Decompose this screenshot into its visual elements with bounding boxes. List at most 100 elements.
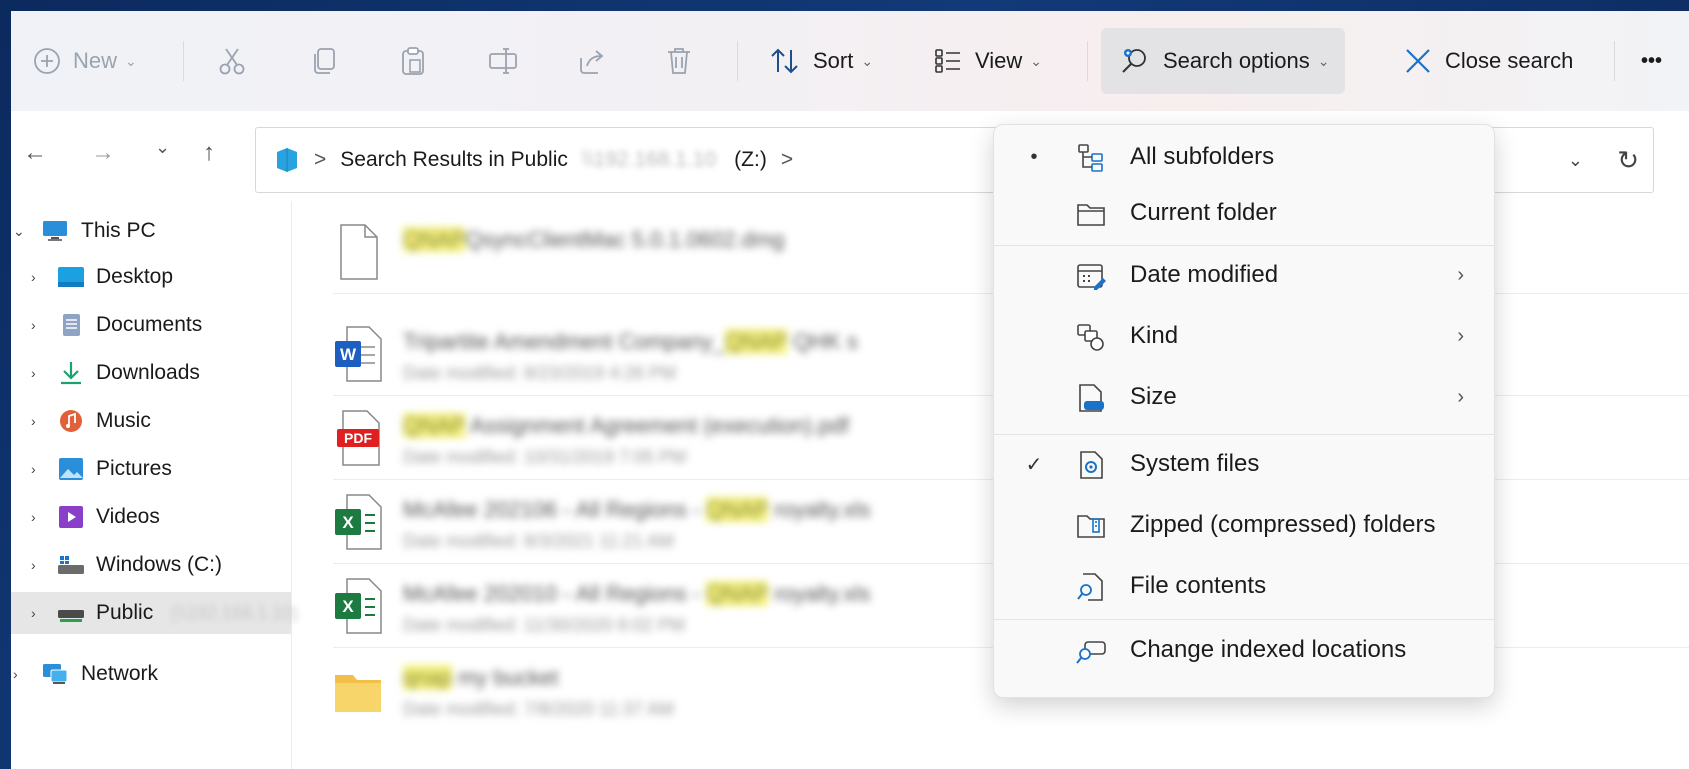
pictures-icon bbox=[59, 458, 83, 480]
index-locations-icon bbox=[1076, 641, 1106, 664]
recent-locations-button[interactable]: ⌄ bbox=[155, 137, 170, 158]
sort-button[interactable]: Sort ⌄ bbox=[769, 11, 873, 111]
forward-button[interactable]: → bbox=[91, 139, 115, 167]
menu-item-size[interactable]: Size › bbox=[994, 368, 1494, 426]
more-icon: ••• bbox=[1641, 49, 1663, 72]
menu-item-file-contents[interactable]: File contents bbox=[994, 557, 1494, 615]
sidebar-item-windows-c[interactable]: › Windows (C:) bbox=[11, 544, 291, 586]
rename-button[interactable] bbox=[487, 11, 519, 111]
share-icon bbox=[580, 50, 604, 74]
svg-text:W: W bbox=[340, 345, 357, 364]
pdf-document-icon: PDF bbox=[337, 410, 380, 466]
view-label: View bbox=[975, 48, 1023, 73]
breadcrumb-location[interactable]: Search Results in Public bbox=[340, 148, 568, 172]
breadcrumb-separator: > bbox=[314, 148, 327, 171]
back-button[interactable]: ← bbox=[23, 139, 47, 167]
menu-item-label: Date modified bbox=[1130, 261, 1279, 288]
svg-text:X: X bbox=[342, 513, 354, 532]
word-document-icon: W bbox=[335, 326, 382, 382]
file-name: Tripartite Amendment Company_QNAP QHK s bbox=[403, 329, 858, 354]
blurred-path: \\192.168.1.10 bbox=[581, 148, 717, 171]
toolbar-divider bbox=[1087, 41, 1088, 81]
chevron-right-icon[interactable]: › bbox=[31, 365, 36, 381]
chevron-right-icon[interactable]: › bbox=[31, 413, 36, 429]
new-button[interactable]: New ⌄ bbox=[33, 11, 137, 111]
chevron-right-icon[interactable]: › bbox=[31, 317, 36, 333]
search-settings-icon bbox=[1122, 49, 1146, 73]
cut-icon bbox=[219, 48, 245, 75]
paste-button[interactable] bbox=[398, 11, 428, 111]
menu-item-zipped-folders[interactable]: Zipped (compressed) folders bbox=[994, 496, 1494, 554]
sidebar-item-label: Videos bbox=[96, 505, 160, 528]
sidebar-item-music[interactable]: › Music bbox=[11, 400, 291, 442]
kind-icon bbox=[1077, 324, 1104, 351]
toolbar-divider bbox=[183, 41, 184, 81]
zip-folder-icon bbox=[1077, 515, 1105, 538]
sidebar-item-downloads[interactable]: › Downloads bbox=[11, 352, 291, 394]
menu-item-current-folder[interactable]: Current folder bbox=[994, 184, 1494, 242]
share-button[interactable] bbox=[577, 11, 607, 111]
download-icon bbox=[61, 362, 81, 385]
excel-document-icon: X bbox=[335, 494, 382, 550]
file-name: QNAPQsyncClientMac 5.0.1.0602.dmg bbox=[403, 227, 785, 252]
chevron-right-icon[interactable]: › bbox=[31, 605, 36, 621]
sidebar-item-this-pc[interactable]: ⌄ This PC bbox=[11, 210, 291, 252]
sidebar-item-label: Documents bbox=[96, 313, 203, 336]
menu-item-kind[interactable]: Kind › bbox=[994, 307, 1494, 365]
menu-item-system-files[interactable]: ✓ System files bbox=[994, 435, 1494, 493]
file-name: QNAP Assignment Agreement (execution).pd… bbox=[403, 413, 849, 438]
chevron-right-icon: › bbox=[1457, 385, 1464, 408]
search-options-button[interactable]: Search options ⌄ bbox=[1119, 11, 1330, 111]
blurred-path: (\\192.168.1.10) bbox=[171, 602, 299, 623]
sidebar-item-pictures[interactable]: › Pictures bbox=[11, 448, 291, 490]
more-options-button[interactable]: ••• bbox=[1641, 11, 1662, 111]
copy-button[interactable] bbox=[309, 11, 339, 111]
chevron-right-icon[interactable]: › bbox=[31, 461, 36, 477]
sidebar-item-label: Public bbox=[96, 601, 154, 624]
close-search-button[interactable]: Close search bbox=[1403, 11, 1573, 111]
chevron-right-icon[interactable]: › bbox=[31, 269, 36, 285]
chevron-right-icon[interactable]: › bbox=[31, 509, 36, 525]
network-icon bbox=[43, 664, 68, 684]
sidebar-item-label: This PC bbox=[81, 219, 156, 242]
file-name: McAfee 202010 - All Regions - QNAP royal… bbox=[403, 581, 871, 606]
sidebar-item-documents[interactable]: › Documents bbox=[11, 304, 291, 346]
sidebar-item-videos[interactable]: › Videos bbox=[11, 496, 291, 538]
chevron-down-icon: ⌄ bbox=[1030, 52, 1043, 69]
sidebar-item-label: Music bbox=[96, 409, 151, 432]
menu-item-all-subfolders[interactable]: • All subfolders bbox=[994, 128, 1494, 186]
chevron-right-icon[interactable]: › bbox=[13, 666, 18, 682]
sidebar-item-desktop[interactable]: › Desktop bbox=[11, 256, 291, 298]
address-dropdown-icon[interactable]: ⌄ bbox=[1568, 150, 1583, 171]
sidebar-item-network[interactable]: › Network bbox=[11, 653, 291, 695]
file-name: qnap my bucket bbox=[403, 665, 559, 690]
delete-button[interactable] bbox=[665, 11, 693, 111]
selected-bullet-icon: • bbox=[1030, 145, 1038, 168]
menu-item-label: Size bbox=[1130, 383, 1177, 410]
up-button[interactable]: ↑ bbox=[203, 139, 215, 167]
menu-item-change-indexed-locations[interactable]: Change indexed locations bbox=[994, 621, 1494, 679]
chevron-right-icon[interactable]: › bbox=[31, 557, 36, 573]
close-search-label: Close search bbox=[1445, 48, 1574, 73]
sort-label: Sort bbox=[813, 48, 854, 73]
chevron-down-icon[interactable]: ⌄ bbox=[13, 223, 25, 240]
file-meta: Date modified: 7/8/2020 11:37 AM bbox=[403, 699, 674, 719]
menu-item-date-modified[interactable]: Date modified › bbox=[994, 246, 1494, 304]
view-button[interactable]: View ⌄ bbox=[933, 11, 1042, 111]
computer-icon bbox=[43, 221, 67, 241]
menu-item-label: Zipped (compressed) folders bbox=[1130, 511, 1436, 538]
sort-icon bbox=[771, 48, 798, 74]
sidebar-item-public[interactable]: › Public (\\192.168.1.10) bbox=[11, 592, 298, 634]
menu-divider bbox=[994, 619, 1494, 620]
toolbar-divider bbox=[737, 41, 738, 81]
drive-icon bbox=[58, 556, 84, 574]
music-icon bbox=[60, 410, 82, 432]
menu-item-label: Current folder bbox=[1130, 199, 1277, 226]
refresh-button[interactable]: ↻ bbox=[1617, 145, 1639, 176]
search-results-icon bbox=[277, 148, 297, 172]
cut-button[interactable] bbox=[217, 11, 247, 111]
calendar-icon bbox=[1077, 264, 1106, 290]
chevron-down-icon: ⌄ bbox=[861, 52, 874, 69]
copy-icon bbox=[314, 48, 335, 74]
menu-item-label: System files bbox=[1130, 450, 1260, 477]
